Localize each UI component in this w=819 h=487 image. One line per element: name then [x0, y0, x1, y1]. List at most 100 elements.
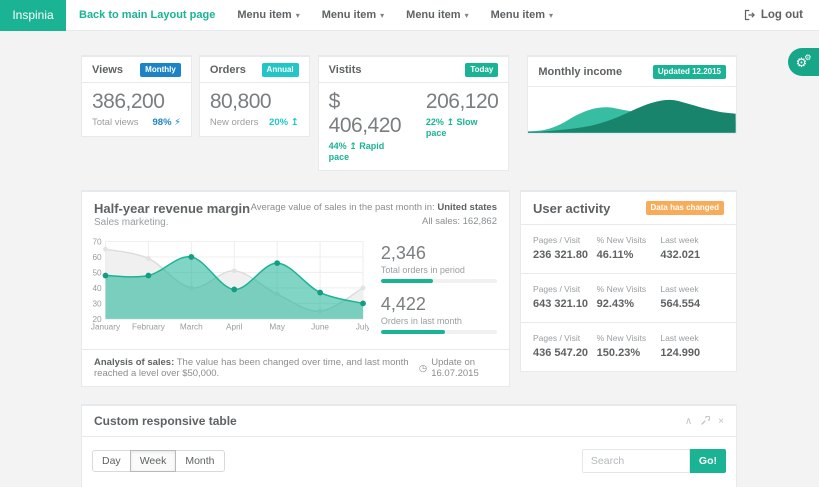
custom-table-panel: Custom responsive table ∧ × Day Week Mon… — [81, 404, 737, 487]
activity-row: Pages / Visit236 321.80 % New Visits46.1… — [521, 225, 736, 274]
progress-bar — [381, 279, 497, 283]
wrench-icon[interactable] — [700, 416, 710, 426]
menu-item-3[interactable]: Menu item ▾ — [406, 9, 468, 21]
new-visits-value: 46.11% — [597, 249, 661, 261]
orders-card: Orders Annual 80,800 New orders 20% ↥ — [199, 55, 310, 137]
last-week-label: Last week — [660, 284, 724, 294]
menu-item-1[interactable]: Menu item ▾ — [237, 9, 299, 21]
projects-table: # Project Name Phone Company Completed T… — [92, 483, 728, 487]
level-up-icon: ↥ — [349, 141, 357, 151]
visits-card: Vistits Today $ 406,420 44% ↥ Rapid pace… — [318, 55, 510, 171]
level-up-icon: ↥ — [446, 117, 454, 127]
col-num: # — [92, 483, 114, 487]
bolt-icon: ⚡ — [174, 117, 181, 128]
visits-value-1: $ 406,420 — [329, 90, 404, 138]
month-button[interactable]: Month — [175, 450, 224, 472]
visits-card-title: Vistits — [329, 64, 362, 76]
gear-small-icon: ⚙ — [804, 54, 811, 62]
svg-text:70: 70 — [92, 237, 102, 246]
annual-badge: Annual — [262, 63, 299, 77]
middle-row: Half-year revenue margin Sales marketing… — [81, 171, 737, 388]
week-button[interactable]: Week — [130, 450, 177, 472]
collapse-icon[interactable]: ∧ — [685, 416, 692, 427]
chevron-down-icon: ▾ — [296, 11, 300, 20]
updated-badge: Updated 12.2015 — [653, 65, 726, 79]
update-date: Update on 16.07.2015 — [431, 357, 497, 379]
last-week-value: 432.021 — [660, 249, 724, 261]
pages-visit-label: Pages / Visit — [533, 333, 597, 343]
chevron-down-icon: ▾ — [465, 11, 469, 20]
svg-text:40: 40 — [92, 284, 102, 293]
orders-in-period-label: Total orders in period — [381, 265, 497, 275]
brand-logo[interactable]: Inspinia — [0, 0, 66, 31]
pages-visit-value: 436 547.20 — [533, 347, 597, 359]
go-button[interactable]: Go! — [690, 449, 726, 473]
pages-visit-value: 236 321.80 — [533, 249, 597, 261]
orders-label: New orders — [210, 117, 259, 128]
monthly-income-card: Monthly income Updated 12.2015 — [527, 55, 737, 134]
last-week-label: Last week — [660, 235, 724, 245]
menu-item-label: Menu item — [491, 9, 545, 21]
revenue-note-country: United states — [437, 202, 497, 213]
orders-value: 80,800 — [210, 90, 299, 114]
search-input[interactable] — [582, 449, 690, 473]
menu-item-label: Menu item — [322, 9, 376, 21]
menu-item-4[interactable]: Menu item ▾ — [491, 9, 553, 21]
table-header-row: # Project Name Phone Company Completed T… — [92, 483, 728, 487]
col-action: Action — [692, 483, 728, 487]
revenue-note: Average value of sales in the past month… — [251, 202, 435, 213]
monthly-badge: Monthly — [140, 63, 181, 77]
views-card-title: Views — [92, 64, 123, 76]
user-activity-title: User activity — [533, 201, 610, 216]
views-value: 386,200 — [92, 90, 181, 114]
data-changed-badge: Data has changed — [646, 201, 724, 215]
monthly-income-chart — [528, 87, 736, 133]
col-project: Project — [114, 483, 260, 487]
new-visits-label: % New Visits — [597, 284, 661, 294]
visits-metric-1: 44% — [329, 141, 347, 151]
theme-config-button[interactable]: ⚙ ⚙ — [788, 48, 819, 76]
revenue-title: Half-year revenue margin — [94, 201, 250, 216]
svg-text:January: January — [91, 323, 121, 332]
logout-button[interactable]: Log out — [744, 9, 803, 21]
today-badge: Today — [465, 63, 498, 77]
col-phone: Phone — [332, 483, 406, 487]
revenue-subtitle: Sales marketing. — [94, 217, 250, 228]
menu-item-2[interactable]: Menu item ▾ — [322, 9, 384, 21]
level-up-icon: ↥ — [291, 117, 299, 128]
close-icon[interactable]: × — [718, 416, 724, 427]
visits-value-2: 206,120 — [426, 90, 498, 114]
new-visits-value: 92.43% — [597, 298, 661, 310]
svg-text:60: 60 — [92, 253, 102, 262]
last-week-label: Last week — [660, 333, 724, 343]
chevron-down-icon: ▾ — [380, 11, 384, 20]
last-week-value: 124.990 — [660, 347, 724, 359]
top-navbar: Inspinia Back to main Layout page Menu i… — [0, 0, 819, 31]
day-button[interactable]: Day — [92, 450, 131, 472]
svg-text:July: July — [356, 323, 369, 332]
range-button-group: Day Week Month — [92, 450, 225, 472]
progress-bar — [381, 330, 497, 334]
last-week-value: 564.554 — [660, 298, 724, 310]
clock-icon: ◷ — [419, 363, 427, 374]
visits-metric-2: 22% — [426, 117, 444, 127]
new-visits-label: % New Visits — [597, 235, 661, 245]
activity-row: Pages / Visit643 321.10 % New Visits92.4… — [521, 274, 736, 323]
orders-card-title: Orders — [210, 64, 246, 76]
orders-last-month-label: Orders in last month — [381, 316, 497, 326]
pages-visit-value: 643 321.10 — [533, 298, 597, 310]
orders-last-month-value: 4,422 — [381, 294, 497, 315]
logout-label: Log out — [761, 9, 803, 21]
menu-item-label: Menu item — [237, 9, 291, 21]
col-task: Task — [592, 483, 630, 487]
chevron-down-icon: ▾ — [549, 11, 553, 20]
stat-cards-row: Views Monthly 386,200 Total views 98% ⚡ … — [81, 55, 737, 171]
orders-in-period-value: 2,346 — [381, 243, 497, 264]
revenue-area-chart: 203040506070JanuaryFebruaryMarchAprilMay… — [90, 237, 369, 333]
page-content: Views Monthly 386,200 Total views 98% ⚡ … — [81, 55, 737, 487]
svg-text:March: March — [180, 323, 203, 332]
monthly-income-title: Monthly income — [538, 66, 622, 78]
col-company: Company — [406, 483, 534, 487]
back-to-layout-link[interactable]: Back to main Layout page — [79, 9, 215, 21]
revenue-panel: Half-year revenue margin Sales marketing… — [81, 190, 510, 388]
